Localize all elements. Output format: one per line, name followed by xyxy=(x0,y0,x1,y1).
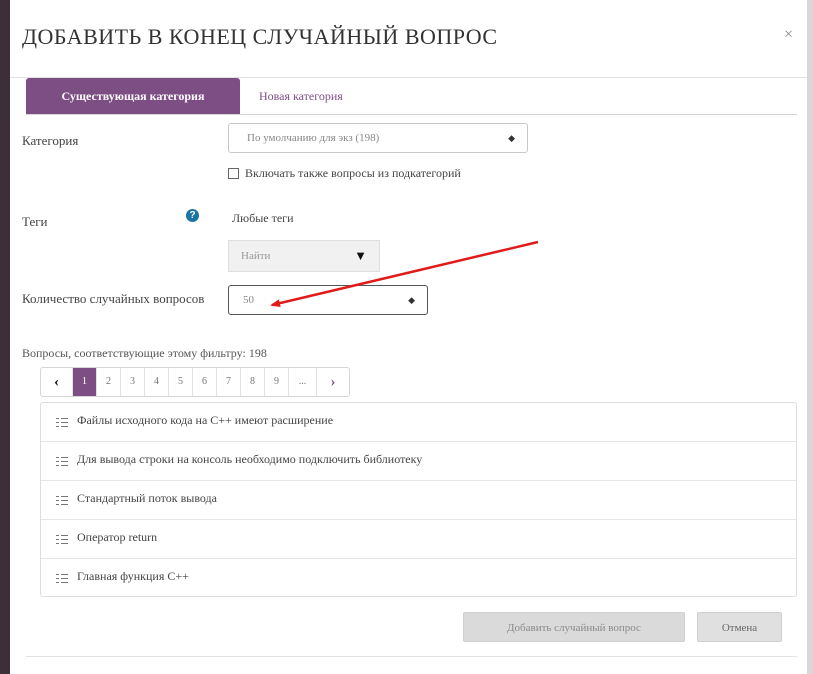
dialog-header: ДОБАВИТЬ В КОНЕЦ СЛУЧАЙНЫЙ ВОПРОС × xyxy=(10,0,807,78)
random-count-value: 50 xyxy=(243,294,254,306)
include-subcategories-row[interactable]: Включать также вопросы из подкатегорий xyxy=(228,166,461,181)
pagination-prev-button[interactable]: ‹ xyxy=(41,368,73,396)
list-item: Оператор return xyxy=(41,520,796,559)
category-select-value: По умолчанию для экз (198) xyxy=(247,132,380,144)
tags-label: Теги xyxy=(22,214,48,229)
category-label: Категория xyxy=(22,133,79,148)
add-random-question-button[interactable]: Добавить случайный вопрос xyxy=(463,612,685,642)
tab-new-category[interactable]: Новая категория xyxy=(259,78,343,115)
pagination: ‹ 1 2 3 4 5 6 7 8 9 ... › xyxy=(40,367,350,397)
list-item: Для вывода строки на консоль необходимо … xyxy=(41,442,796,481)
tags-value: Любые теги xyxy=(232,211,294,225)
include-subcategories-checkbox[interactable] xyxy=(228,168,239,179)
tags-find-select[interactable]: Найти ▼ xyxy=(228,240,380,272)
pagination-next-button[interactable]: › xyxy=(317,368,349,396)
page-9[interactable]: 9 xyxy=(265,368,289,396)
include-subcategories-label: Включать также вопросы из подкатегорий xyxy=(245,166,461,180)
page-3[interactable]: 3 xyxy=(121,368,145,396)
question-circle-icon[interactable]: ? xyxy=(186,209,199,222)
tab-divider xyxy=(26,114,797,115)
page-6[interactable]: 6 xyxy=(193,368,217,396)
count-label: Количество случайных вопросов xyxy=(22,291,205,306)
question-list: Файлы исходного кода на C++ имеют расшир… xyxy=(40,402,797,597)
list-item: Файлы исходного кода на C++ имеют расшир… xyxy=(41,403,796,442)
random-count-select[interactable]: 50 ◆ xyxy=(228,285,428,315)
list-icon xyxy=(56,495,68,507)
page-8[interactable]: 8 xyxy=(241,368,265,396)
background-strip xyxy=(0,0,10,674)
dropdown-triangle-icon: ▼ xyxy=(354,248,367,263)
list-icon xyxy=(56,534,68,546)
list-item: Главная функция C++ xyxy=(41,559,796,598)
background-strip-right xyxy=(807,0,813,674)
question-text: Для вывода строки на консоль необходимо … xyxy=(77,452,423,466)
matching-questions-label: Вопросы, соответствующие этому фильтру: … xyxy=(22,346,267,360)
page-ellipsis: ... xyxy=(289,368,317,396)
footer-divider xyxy=(26,656,797,657)
list-icon xyxy=(56,456,68,468)
page-7[interactable]: 7 xyxy=(217,368,241,396)
select-caret-icon: ◆ xyxy=(508,133,515,143)
dialog-title: ДОБАВИТЬ В КОНЕЦ СЛУЧАЙНЫЙ ВОПРОС xyxy=(22,24,498,49)
question-text: Оператор return xyxy=(77,530,158,544)
page-2[interactable]: 2 xyxy=(97,368,121,396)
close-icon[interactable]: × xyxy=(784,26,793,44)
question-text: Стандартный поток вывода xyxy=(77,491,217,505)
find-label: Найти xyxy=(241,250,271,262)
list-item: Стандартный поток вывода xyxy=(41,481,796,520)
random-question-dialog: ДОБАВИТЬ В КОНЕЦ СЛУЧАЙНЫЙ ВОПРОС × Суще… xyxy=(10,0,807,674)
list-icon xyxy=(56,417,68,429)
select-caret-icon: ◆ xyxy=(408,295,415,305)
page-4[interactable]: 4 xyxy=(145,368,169,396)
page-5[interactable]: 5 xyxy=(169,368,193,396)
question-text: Файлы исходного кода на C++ имеют расшир… xyxy=(77,413,334,427)
list-icon xyxy=(56,573,68,585)
category-select[interactable]: По умолчанию для экз (198) ◆ xyxy=(228,123,528,153)
page-1[interactable]: 1 xyxy=(73,368,97,396)
cancel-button[interactable]: Отмена xyxy=(697,612,782,642)
question-text: Главная функция C++ xyxy=(77,569,189,583)
tab-existing-category[interactable]: Существующая категория xyxy=(26,78,240,115)
